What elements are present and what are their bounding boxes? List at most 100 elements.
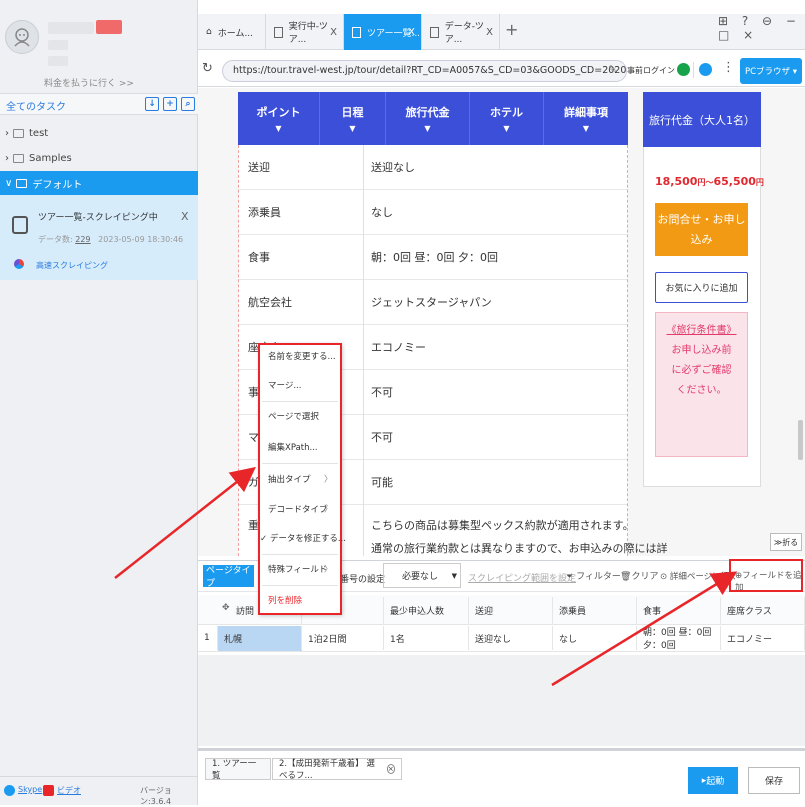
column-header[interactable]: 最少申込人数 [384,597,469,624]
menu-select-on-page[interactable]: ページで選択 [268,408,319,424]
step-tab-active[interactable]: 2.【成田発新千歳着】 選べるフ... × [272,758,402,781]
row-value-extra[interactable]: 通常の旅行業約款とは異なりますので、お申込みの際には詳 [371,540,668,556]
menu-extract-type[interactable]: 抽出タイプ [268,471,338,487]
skype-icon [4,785,15,796]
terms-title[interactable]: 《旅行条件書》 [656,321,747,341]
price-card-title: 旅行代金（大人1名） [643,92,761,147]
arrow-down-icon: ▼ [503,124,510,133]
folder-default[interactable]: ∨ デフォルト [0,171,198,195]
folder-test[interactable]: › test [0,121,198,145]
clear-button[interactable]: 🗑クリア [620,569,658,582]
pay-link[interactable]: 料金を払うに行く >> [44,76,134,89]
nav-point[interactable]: ポイント ▼ [238,92,320,145]
nav-schedule[interactable]: 日程 ▼ [320,92,386,145]
blurred-username [48,22,94,34]
pc-browser-button[interactable]: PCブラウザ ▾ [740,58,802,84]
all-tasks-title: 全てのタスク [6,102,66,113]
menu-delete-column[interactable]: 列を削除 [268,592,302,608]
price-icon[interactable] [699,63,712,76]
launch-button[interactable]: ▸ 起動 [688,767,738,794]
row-value[interactable]: こちらの商品は募集型ペックス約款が適用されます。 [371,517,634,533]
menu-fix-data[interactable]: ✓ データを修正する... [260,530,346,546]
label-select[interactable]: 必要なし ▼ [383,563,461,588]
menu-decode-type[interactable]: デコードタイプ [268,501,338,517]
row-value[interactable]: 可能 [371,474,393,490]
skype-link[interactable]: Skype [18,785,42,794]
window-controls[interactable]: ⊞ ? ⊖ − □ × [718,14,805,42]
row-value[interactable]: 不可 [371,429,393,445]
favorite-button[interactable]: お気に入りに追加 [655,272,748,303]
step-tab[interactable]: 1. ツアー一覧 [205,758,271,781]
folder-icon [13,153,24,163]
search-task-icon[interactable]: ⌕ [181,97,195,111]
task-close-button[interactable]: X [181,210,189,223]
inquiry-button[interactable]: お問合せ・お申し込み [655,203,748,256]
data-count[interactable]: 229 [75,235,90,244]
save-button[interactable]: 保存 [748,767,800,794]
column-header[interactable]: 添乗員 [553,597,637,624]
row-value[interactable]: 不可 [371,384,393,400]
highlight-box [729,559,803,592]
video-link[interactable]: ビデオ [57,785,81,796]
nav-details[interactable]: 詳細事項 ▼ [544,92,628,145]
terms-box[interactable]: 《旅行条件書》 お申し込み前に必ずご確認ください。 [655,312,748,457]
page-type-button[interactable]: ページタイプ [203,565,254,589]
menu-merge[interactable]: マージ... [268,377,301,393]
row-label[interactable]: 添乗員 [248,204,281,220]
row-label[interactable]: 航空会社 [248,294,292,310]
goto-detail-button[interactable]: ⊙ 詳細ページに行く [660,570,738,582]
tab-tour-list[interactable]: ツアー一覧... X [344,14,422,50]
table-cell[interactable]: エコノミー [721,626,805,650]
row-label[interactable]: 送迎 [248,159,270,175]
tab-close-button[interactable]: X [408,27,415,38]
table-cell[interactable]: なし [553,626,637,650]
scope-link[interactable]: スクレイピング範囲を設定 [468,571,576,584]
robot-avatar-icon [14,28,30,47]
row-value[interactable]: エコノミー [371,339,426,355]
scrollbar[interactable] [798,420,803,460]
avatar[interactable] [5,20,39,54]
table-cell[interactable]: 送迎なし [469,626,553,650]
doc-icon [352,26,361,38]
column-header[interactable]: 座席クラス [721,597,805,624]
fold-button[interactable]: ≫折る [770,533,802,551]
close-icon[interactable]: × [386,764,395,774]
filter-button[interactable]: ⏷ フィルター [566,569,621,582]
extension-icon[interactable] [677,63,690,76]
edit-icon[interactable]: ✎ [608,63,617,76]
row-value[interactable]: 朝：0回 昼：0回 夕：0回 [371,249,498,265]
tab-data[interactable]: データ-ツア... X [422,14,500,50]
table-cell[interactable]: 1泊2日間 [302,626,384,650]
row-value[interactable]: 送迎なし [371,159,415,175]
move-icon[interactable]: ✥ [222,603,230,613]
more-menu-icon[interactable]: ⋮ [722,60,735,75]
folder-samples[interactable]: › Samples [0,146,198,170]
nav-price[interactable]: 旅行代金 ▼ [386,92,470,145]
url-field[interactable]: https://tour.travel-west.jp/tour/detail?… [222,60,627,82]
nav-hotel[interactable]: ホテル ▼ [470,92,544,145]
row-index: 1 [198,626,218,650]
task-timestamp: 2023-05-09 18:30:46 [98,235,184,244]
fast-scrape-label[interactable]: 高速スクレイピング [36,260,108,271]
table-cell[interactable]: 1名 [384,626,469,650]
menu-rename[interactable]: 名前を変更する... [268,348,336,364]
new-tab-button[interactable]: + [505,20,518,39]
column-header[interactable]: 食事 [637,597,721,624]
add-task-icon[interactable]: + [163,97,177,111]
tab-home[interactable]: ⌂ ホーム... [198,14,266,50]
table-cell[interactable]: 札幌 [218,626,302,650]
row-value[interactable]: ジェットスタージャパン [371,294,492,310]
reload-icon[interactable]: ↻ [202,61,213,76]
robot-icon [12,216,28,234]
row-value[interactable]: なし [371,204,393,220]
tab-close-button[interactable]: X [486,27,493,38]
menu-edit-xpath[interactable]: 編集XPath... [268,439,318,455]
tab-close-button[interactable]: X [330,27,337,38]
tab-running[interactable]: 実行中-ツア... X [266,14,344,50]
table-cell[interactable]: 朝：0回 昼：0回 夕：0回 [637,626,721,651]
column-header[interactable]: 送迎 [469,597,553,624]
menu-special-field[interactable]: 特殊フィールド [268,561,338,577]
download-icon[interactable]: ↓ [145,97,159,111]
row-label[interactable]: 食事 [248,249,270,265]
pre-login-button[interactable]: 事前ログイン [627,65,675,76]
